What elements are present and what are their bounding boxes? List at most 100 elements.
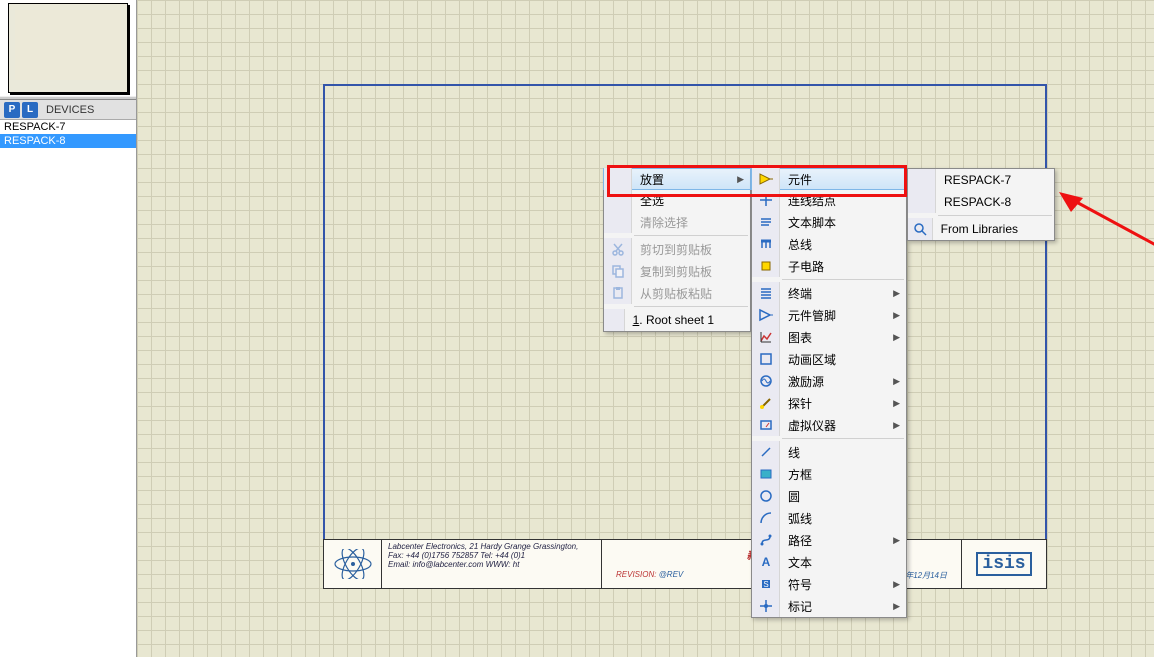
place-menu-item[interactable]: 子电路 — [752, 255, 906, 277]
lines-icon — [752, 211, 780, 233]
menu-item-label: 复制到剪贴板 — [632, 263, 750, 280]
menu-item-label: 连线结点 — [780, 192, 906, 209]
place-menu-item[interactable]: 元件管脚▶ — [752, 304, 906, 326]
main-menu-item: 从剪贴板粘贴 — [604, 282, 750, 304]
rect-icon — [752, 463, 780, 485]
place-menu-item[interactable]: 图表▶ — [752, 326, 906, 348]
line-icon — [752, 441, 780, 463]
place-menu-item[interactable]: 元件 — [751, 168, 907, 190]
menu-item-label: 虚拟仪器 — [780, 417, 906, 434]
menu-item-label: 探针 — [780, 395, 906, 412]
copy-icon — [604, 260, 632, 282]
menu-item-label: 1. Root sheet 1 — [625, 313, 750, 327]
menu-item-label: 子电路 — [780, 258, 906, 275]
text-icon: A — [752, 551, 780, 573]
menu-item-label: 路径 — [780, 532, 906, 549]
submenu-arrow-icon: ▶ — [893, 288, 900, 299]
devices-header: P L DEVICES — [0, 100, 136, 120]
menu-item-label: 符号 — [780, 576, 906, 593]
place-menu-item[interactable]: S符号▶ — [752, 573, 906, 595]
bars-icon — [752, 282, 780, 304]
meter-icon — [752, 414, 780, 436]
place-menu-item[interactable]: 总线 — [752, 233, 906, 255]
component-menu-item[interactable]: From Libraries — [908, 218, 1054, 240]
l-mode-button[interactable]: L — [22, 102, 38, 118]
design-canvas[interactable]: Labcenter Electronics, 21 Hardy Grange G… — [137, 0, 1154, 657]
menu-item-label: 放置 — [632, 171, 750, 188]
submenu-arrow-icon: ▶ — [893, 398, 900, 409]
component-menu-item[interactable]: RESPACK-8 — [908, 191, 1054, 213]
path-icon — [752, 529, 780, 551]
preview-thumbnail[interactable] — [8, 3, 128, 93]
p-mode-button[interactable]: P — [4, 102, 20, 118]
device-list[interactable]: RESPACK-7RESPACK-8 — [0, 120, 136, 657]
blank-icon — [908, 169, 936, 191]
chart-icon — [752, 326, 780, 348]
blank-icon — [908, 191, 936, 213]
menu-item-label: 终端 — [780, 285, 906, 302]
place-menu-item[interactable]: 路径▶ — [752, 529, 906, 551]
menu-item-label: From Libraries — [933, 222, 1054, 236]
menu-item-label: 元件 — [780, 171, 906, 188]
title-block: Labcenter Electronics, 21 Hardy Grange G… — [323, 539, 1047, 589]
svg-text:S: S — [763, 580, 768, 589]
menu-item-label: 标记 — [780, 598, 906, 615]
place-menu-item[interactable]: 方框 — [752, 463, 906, 485]
main-menu-item: 复制到剪贴板 — [604, 260, 750, 282]
place-menu-item[interactable]: 动画区域 — [752, 348, 906, 370]
place-menu-item[interactable]: 标记▶ — [752, 595, 906, 617]
submenu-arrow-icon: ▶ — [893, 332, 900, 343]
cut-icon — [604, 238, 632, 260]
arc-icon — [752, 507, 780, 529]
place-menu-item[interactable]: 圆 — [752, 485, 906, 507]
context-menu-components[interactable]: RESPACK-7 RESPACK-8 From Libraries — [907, 168, 1055, 241]
menu-item-label: RESPACK-7 — [936, 173, 1054, 187]
place-menu-item[interactable]: 线 — [752, 441, 906, 463]
sine-icon — [752, 370, 780, 392]
menu-item-label: 线 — [780, 444, 906, 461]
menu-item-label: 弧线 — [780, 510, 906, 527]
menu-item-label: 激励源 — [780, 373, 906, 390]
submenu-arrow-icon: ▶ — [737, 174, 744, 185]
device-item[interactable]: RESPACK-7 — [0, 120, 136, 134]
menu-item-label: 圆 — [780, 488, 906, 505]
paste-icon — [604, 282, 632, 304]
place-menu-item[interactable]: 探针▶ — [752, 392, 906, 414]
probe-icon — [752, 392, 780, 414]
box-icon — [752, 348, 780, 370]
place-menu-item[interactable]: 文本脚本 — [752, 211, 906, 233]
square-icon — [752, 255, 780, 277]
place-menu-item[interactable]: 连线结点 — [752, 189, 906, 211]
submenu-arrow-icon: ▶ — [893, 535, 900, 546]
place-menu-item[interactable]: A 文本 — [752, 551, 906, 573]
circle-icon — [752, 485, 780, 507]
context-menu-place[interactable]: 元件连线结点文本脚本总线子电路终端▶元件管脚▶图表▶动画区域激励源▶探针▶虚拟仪… — [751, 168, 907, 618]
main-menu-item[interactable]: 全选 — [604, 189, 750, 211]
search-icon — [908, 218, 933, 240]
place-menu-item[interactable]: 弧线 — [752, 507, 906, 529]
menu-item-label: 文本脚本 — [780, 214, 906, 231]
menu-item-label: 清除选择 — [632, 214, 750, 231]
place-menu-item[interactable]: 终端▶ — [752, 282, 906, 304]
component-menu-item[interactable]: RESPACK-7 — [908, 169, 1054, 191]
blank-icon — [604, 168, 632, 190]
blank-icon — [604, 211, 632, 233]
place-menu-item[interactable]: 虚拟仪器▶ — [752, 414, 906, 436]
main-menu-item[interactable]: 放置▶ — [603, 168, 751, 190]
menu-item-label: 从剪贴板粘贴 — [632, 285, 750, 302]
company-address: Labcenter Electronics, 21 Hardy Grange G… — [382, 540, 602, 588]
place-menu-item[interactable]: 激励源▶ — [752, 370, 906, 392]
device-item[interactable]: RESPACK-8 — [0, 134, 136, 148]
bus-icon — [752, 233, 780, 255]
plus-icon — [752, 189, 780, 211]
main-menu-item[interactable]: 1. Root sheet 1 — [604, 309, 750, 331]
menu-item-label: 总线 — [780, 236, 906, 253]
menu-item-label: 方框 — [780, 466, 906, 483]
menu-item-label: 剪切到剪贴板 — [632, 241, 750, 258]
submenu-arrow-icon: ▶ — [893, 376, 900, 387]
context-menu-main[interactable]: 放置▶全选清除选择剪切到剪贴板复制到剪贴板从剪贴板粘贴1. Root sheet… — [603, 168, 751, 332]
main-menu-item: 清除选择 — [604, 211, 750, 233]
menu-item-label: 文本 — [780, 554, 906, 571]
menu-item-label: 元件管脚 — [780, 307, 906, 324]
svg-text:A: A — [761, 555, 770, 569]
